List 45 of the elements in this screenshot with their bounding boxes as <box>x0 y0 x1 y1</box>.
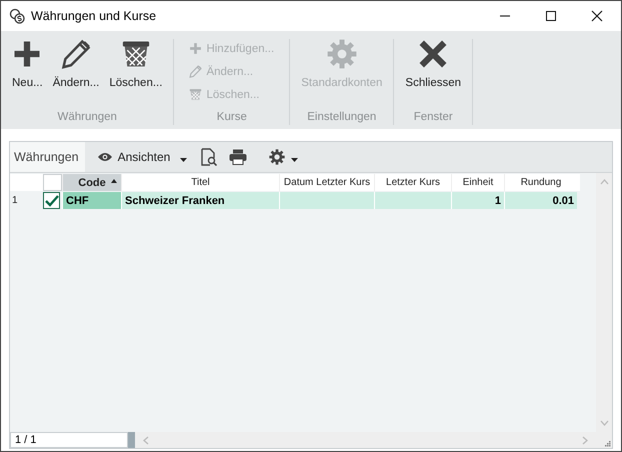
coins-icon <box>9 8 25 24</box>
column-header[interactable]: Titel <box>121 174 279 191</box>
row-number: 1 <box>11 194 19 208</box>
close-icon[interactable] <box>591 10 603 22</box>
group-label: Fenster <box>412 111 454 125</box>
pencil-icon <box>189 65 202 78</box>
column-header[interactable]: Rundung <box>504 174 577 191</box>
group-label: Kurse <box>216 111 248 125</box>
pager-field[interactable]: 1 / 1 <box>10 432 128 448</box>
column-header[interactable]: Datum Letzter Kurs <box>279 174 374 191</box>
views-button[interactable]: Ansichten <box>90 149 176 165</box>
sort-ascending-icon <box>111 179 117 183</box>
close-icon <box>418 39 448 69</box>
column-header[interactable]: Code <box>62 174 121 191</box>
table-cell: 1 <box>451 192 504 209</box>
plus-icon <box>12 39 42 69</box>
print-icon[interactable] <box>229 149 248 165</box>
eye-icon <box>96 152 113 162</box>
table-cell: 0.01 <box>504 192 577 209</box>
header-checkbox[interactable] <box>43 174 62 191</box>
gear-icon <box>326 39 357 69</box>
plus-icon <box>189 42 202 55</box>
grid-tab[interactable]: Währungen <box>10 142 85 172</box>
trash-icon <box>120 39 151 69</box>
ribbon-button[interactable]: Schliessen <box>400 39 466 89</box>
group-label: Währungen <box>56 111 118 125</box>
dropdown-caret-icon[interactable] <box>291 158 298 162</box>
pencil-icon <box>61 39 92 69</box>
window-title: Währungen und Kurse <box>31 9 156 23</box>
trash-icon <box>189 88 202 101</box>
dropdown-caret-icon[interactable] <box>180 158 188 162</box>
column-header[interactable]: Einheit <box>451 174 504 191</box>
maximize-icon[interactable] <box>545 10 557 22</box>
table-cell: Schweizer Franken <box>121 192 279 209</box>
print-preview-icon[interactable] <box>201 148 218 166</box>
row-checkbox[interactable] <box>43 192 60 209</box>
splitter-handle[interactable] <box>128 432 135 448</box>
ribbon-button[interactable]: Neu... <box>7 39 48 89</box>
settings-icon[interactable] <box>269 149 286 165</box>
column-header[interactable]: Letzter Kurs <box>374 174 451 191</box>
ribbon-button[interactable]: Ändern... <box>48 39 104 89</box>
table-cell: CHF <box>62 192 121 209</box>
resize-grip-icon[interactable] <box>605 441 611 447</box>
group-label: Einstellungen <box>306 111 378 125</box>
ribbon-button[interactable]: Löschen... <box>104 39 168 89</box>
